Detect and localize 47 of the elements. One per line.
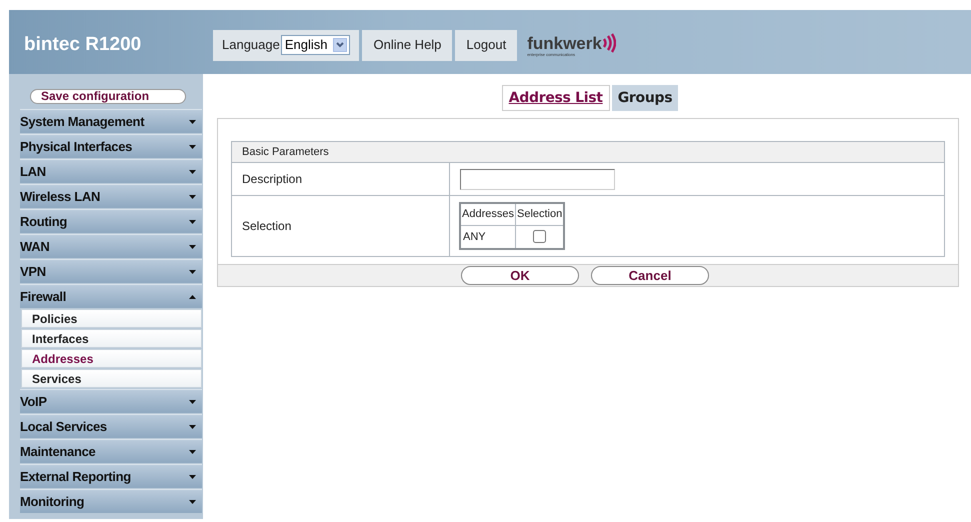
header-link[interactable]: Logout	[455, 30, 518, 60]
form-button[interactable]: OK	[461, 266, 579, 285]
menu-item[interactable]: Maintenance	[20, 439, 202, 463]
language-select[interactable]: English	[280, 35, 350, 55]
language-label: Language	[222, 36, 280, 54]
expand-arrow-icon	[189, 450, 196, 454]
menu-item[interactable]: VoIP	[20, 389, 202, 413]
checkbox[interactable]	[533, 230, 546, 244]
section-header: Basic Parameters	[232, 142, 944, 163]
menu-item[interactable]: Firewall	[20, 284, 202, 308]
expand-arrow-icon	[189, 144, 196, 148]
tab[interactable]: Groups	[612, 85, 678, 111]
submenu-item[interactable]: Services	[21, 369, 202, 388]
form-button[interactable]: Cancel	[591, 266, 709, 285]
field-label: Selection	[232, 196, 450, 256]
expand-arrow-icon	[189, 194, 196, 198]
expand-arrow-icon	[189, 170, 196, 174]
menu-item[interactable]: VPN	[20, 259, 202, 283]
menu-item[interactable]: Local Services	[20, 414, 202, 438]
header-link[interactable]: Online Help	[362, 30, 452, 60]
tab[interactable]: Address List	[502, 85, 610, 111]
menu-item[interactable]: WAN	[20, 234, 202, 258]
description-field[interactable]	[460, 168, 615, 190]
submenu-item[interactable]: Policies	[21, 309, 202, 328]
menu-item[interactable]: LAN	[20, 159, 202, 183]
menu-item[interactable]: Routing	[20, 209, 202, 233]
submenu-item[interactable]: Addresses	[21, 349, 202, 368]
expand-arrow-icon	[189, 500, 196, 504]
expand-arrow-icon	[189, 120, 196, 124]
menu-item[interactable]: External Reporting	[20, 464, 202, 488]
product-name: bintec R1200	[23, 32, 142, 57]
table-cell: ANY	[460, 225, 516, 249]
expand-arrow-icon	[189, 474, 196, 478]
expand-arrow-icon	[189, 244, 196, 248]
menu-item[interactable]: System Management	[20, 109, 202, 133]
expand-arrow-icon	[189, 424, 196, 428]
menu-item[interactable]: Monitoring	[20, 489, 202, 513]
menu-item[interactable]: Wireless LAN	[20, 184, 202, 208]
submenu-item[interactable]: Interfaces	[21, 329, 202, 348]
expand-arrow-icon	[189, 220, 196, 224]
expand-arrow-icon	[189, 400, 196, 404]
collapse-arrow-icon	[189, 294, 196, 298]
menu-item[interactable]: Physical Interfaces	[20, 134, 202, 158]
save-configuration-button[interactable]: Save configuration	[30, 88, 186, 104]
column-header: Addresses	[460, 203, 516, 225]
field-label: Description	[232, 163, 450, 195]
expand-arrow-icon	[189, 270, 196, 274]
